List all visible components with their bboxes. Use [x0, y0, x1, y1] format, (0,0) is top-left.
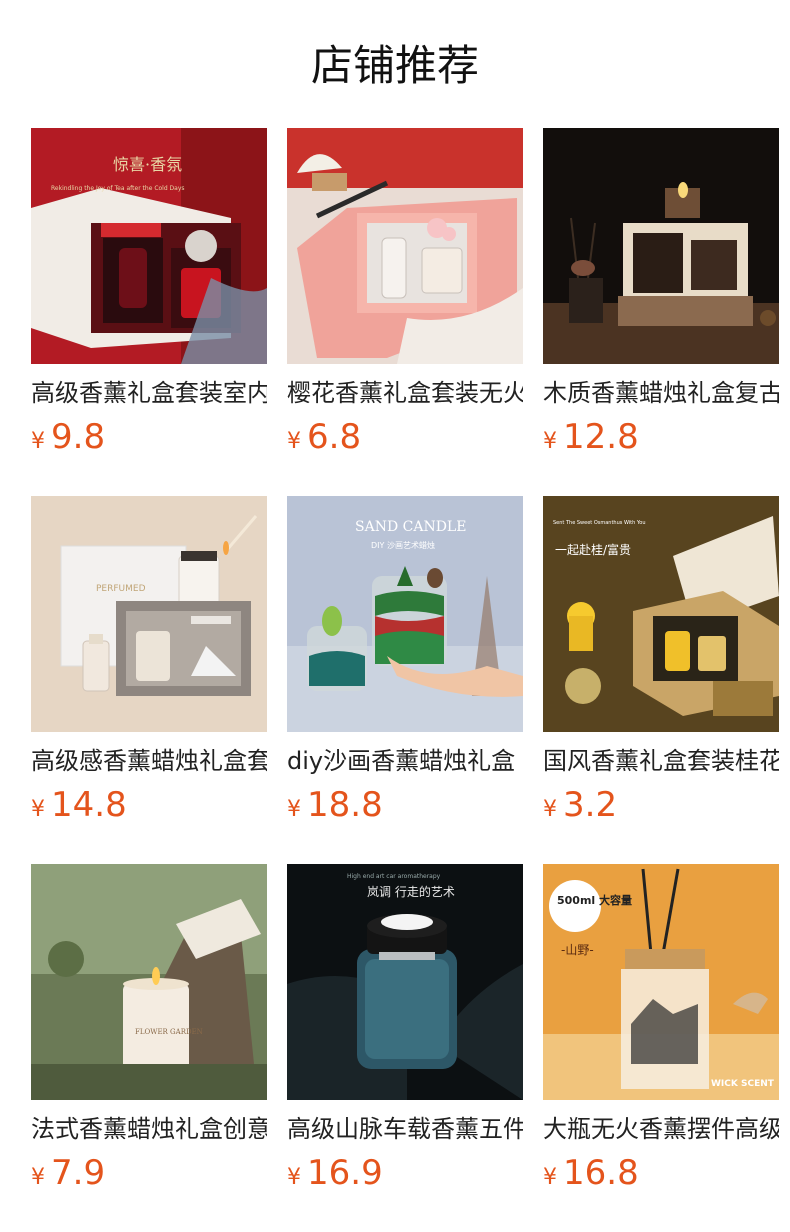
- product-card[interactable]: 木质香薰蜡烛礼盒复古 ¥12.8: [543, 128, 779, 458]
- image-subcaption: DIY 沙画艺术蜡烛: [371, 540, 435, 550]
- image-subcaption: High end art car aromatherapy: [347, 873, 441, 880]
- product-name[interactable]: 高级香薰礼盒套装室内: [31, 376, 267, 410]
- store-recommendation-page: 店铺推荐 惊喜·香氛 Rekindling the Joy of Tea aft…: [0, 0, 790, 1232]
- product-name[interactable]: 大瓶无火香薰摆件高级: [543, 1112, 779, 1146]
- product-price: ¥16.8: [543, 1152, 779, 1194]
- product-price: ¥12.8: [543, 416, 779, 458]
- currency-symbol: ¥: [287, 797, 301, 822]
- price-value: 6.8: [307, 417, 362, 457]
- product-image-graphic: 一起赴桂/富贵 Sent The Sweet Osmanthus With Yo…: [543, 496, 779, 732]
- currency-symbol: ¥: [287, 429, 301, 454]
- product-image-graphic: [287, 128, 523, 364]
- currency-symbol: ¥: [31, 797, 45, 822]
- product-image[interactable]: 一起赴桂/富贵 Sent The Sweet Osmanthus With Yo…: [543, 496, 779, 732]
- product-card[interactable]: 惊喜·香氛 Rekindling the Joy of Tea after th…: [31, 128, 267, 458]
- product-card[interactable]: SAND CANDLE DIY 沙画艺术蜡烛 diy沙画香薰蜡烛礼盒 ¥18.8: [287, 496, 523, 826]
- product-card[interactable]: 500ml 大容量 -山野- WICK SCENT 大瓶无火香薰摆件高级 ¥16…: [543, 864, 779, 1194]
- product-price: ¥18.8: [287, 784, 523, 826]
- price-value: 18.8: [307, 785, 383, 825]
- product-name[interactable]: diy沙画香薰蜡烛礼盒: [287, 744, 523, 778]
- product-image-graphic: SAND CANDLE DIY 沙画艺术蜡烛: [287, 496, 523, 732]
- section-title: 店铺推荐: [310, 41, 479, 90]
- price-value: 9.8: [51, 417, 106, 457]
- price-value: 14.8: [51, 785, 127, 825]
- product-image[interactable]: FLOWER GARDEN: [31, 864, 267, 1100]
- product-image[interactable]: [287, 128, 523, 364]
- product-price: ¥3.2: [543, 784, 779, 826]
- image-subcaption: Sent The Sweet Osmanthus With You: [553, 520, 646, 526]
- image-caption: FLOWER GARDEN: [135, 1028, 203, 1036]
- product-image-graphic: 惊喜·香氛 Rekindling the Joy of Tea after th…: [31, 128, 267, 364]
- image-subcaption: Rekindling the Joy of Tea after the Cold…: [51, 185, 185, 192]
- product-image[interactable]: 500ml 大容量 -山野- WICK SCENT: [543, 864, 779, 1100]
- product-name[interactable]: 高级感香薰蜡烛礼盒套: [31, 744, 267, 778]
- product-card[interactable]: FLOWER GARDEN 法式香薰蜡烛礼盒创意 ¥7.9: [31, 864, 267, 1194]
- image-caption: 惊喜·香氛: [113, 155, 182, 174]
- product-image-graphic: PERFUMED: [31, 496, 267, 732]
- product-image[interactable]: PERFUMED: [31, 496, 267, 732]
- price-value: 3.2: [563, 785, 618, 825]
- product-name[interactable]: 木质香薰蜡烛礼盒复古: [543, 376, 779, 410]
- currency-symbol: ¥: [31, 429, 45, 454]
- price-value: 16.8: [563, 1153, 639, 1193]
- product-name[interactable]: 国风香薰礼盒套装桂花: [543, 744, 779, 778]
- product-price: ¥7.9: [31, 1152, 267, 1194]
- image-caption: 一起赴桂/富贵: [555, 542, 631, 557]
- product-price: ¥14.8: [31, 784, 267, 826]
- product-image[interactable]: 惊喜·香氛 Rekindling the Joy of Tea after th…: [31, 128, 267, 364]
- currency-symbol: ¥: [543, 797, 557, 822]
- product-name[interactable]: 法式香薰蜡烛礼盒创意: [31, 1112, 267, 1146]
- product-card[interactable]: PERFUMED 高级感香薰蜡烛礼盒套 ¥14.8: [31, 496, 267, 826]
- product-image-graphic: 500ml 大容量 -山野- WICK SCENT: [543, 864, 779, 1100]
- image-subcaption: -山野-: [561, 943, 594, 957]
- currency-symbol: ¥: [543, 1165, 557, 1190]
- currency-symbol: ¥: [31, 1165, 45, 1190]
- product-card[interactable]: 岚调 行走的艺术 High end art car aromatherapy 高…: [287, 864, 523, 1194]
- product-image[interactable]: SAND CANDLE DIY 沙画艺术蜡烛: [287, 496, 523, 732]
- image-caption: SAND CANDLE: [355, 519, 466, 535]
- product-price: ¥9.8: [31, 416, 267, 458]
- product-name[interactable]: 樱花香薰礼盒套装无火: [287, 376, 523, 410]
- product-image[interactable]: [543, 128, 779, 364]
- product-price: ¥6.8: [287, 416, 523, 458]
- currency-symbol: ¥: [287, 1165, 301, 1190]
- price-value: 7.9: [51, 1153, 106, 1193]
- currency-symbol: ¥: [543, 429, 557, 454]
- image-caption: 500ml 大容量: [557, 893, 632, 907]
- brand-watermark: WICK SCENT: [711, 1079, 775, 1089]
- image-caption: PERFUMED: [96, 584, 146, 594]
- product-image[interactable]: 岚调 行走的艺术 High end art car aromatherapy: [287, 864, 523, 1100]
- product-image-graphic: FLOWER GARDEN: [31, 864, 267, 1100]
- product-price: ¥16.9: [287, 1152, 523, 1194]
- product-name[interactable]: 高级山脉车载香薰五件: [287, 1112, 523, 1146]
- image-caption: 岚调 行走的艺术: [367, 884, 455, 899]
- product-image-graphic: 岚调 行走的艺术 High end art car aromatherapy: [287, 864, 523, 1100]
- price-value: 12.8: [563, 417, 639, 457]
- price-value: 16.9: [307, 1153, 383, 1193]
- product-image-graphic: [543, 128, 779, 364]
- product-card[interactable]: 樱花香薰礼盒套装无火 ¥6.8: [287, 128, 523, 458]
- product-card[interactable]: 一起赴桂/富贵 Sent The Sweet Osmanthus With Yo…: [543, 496, 779, 826]
